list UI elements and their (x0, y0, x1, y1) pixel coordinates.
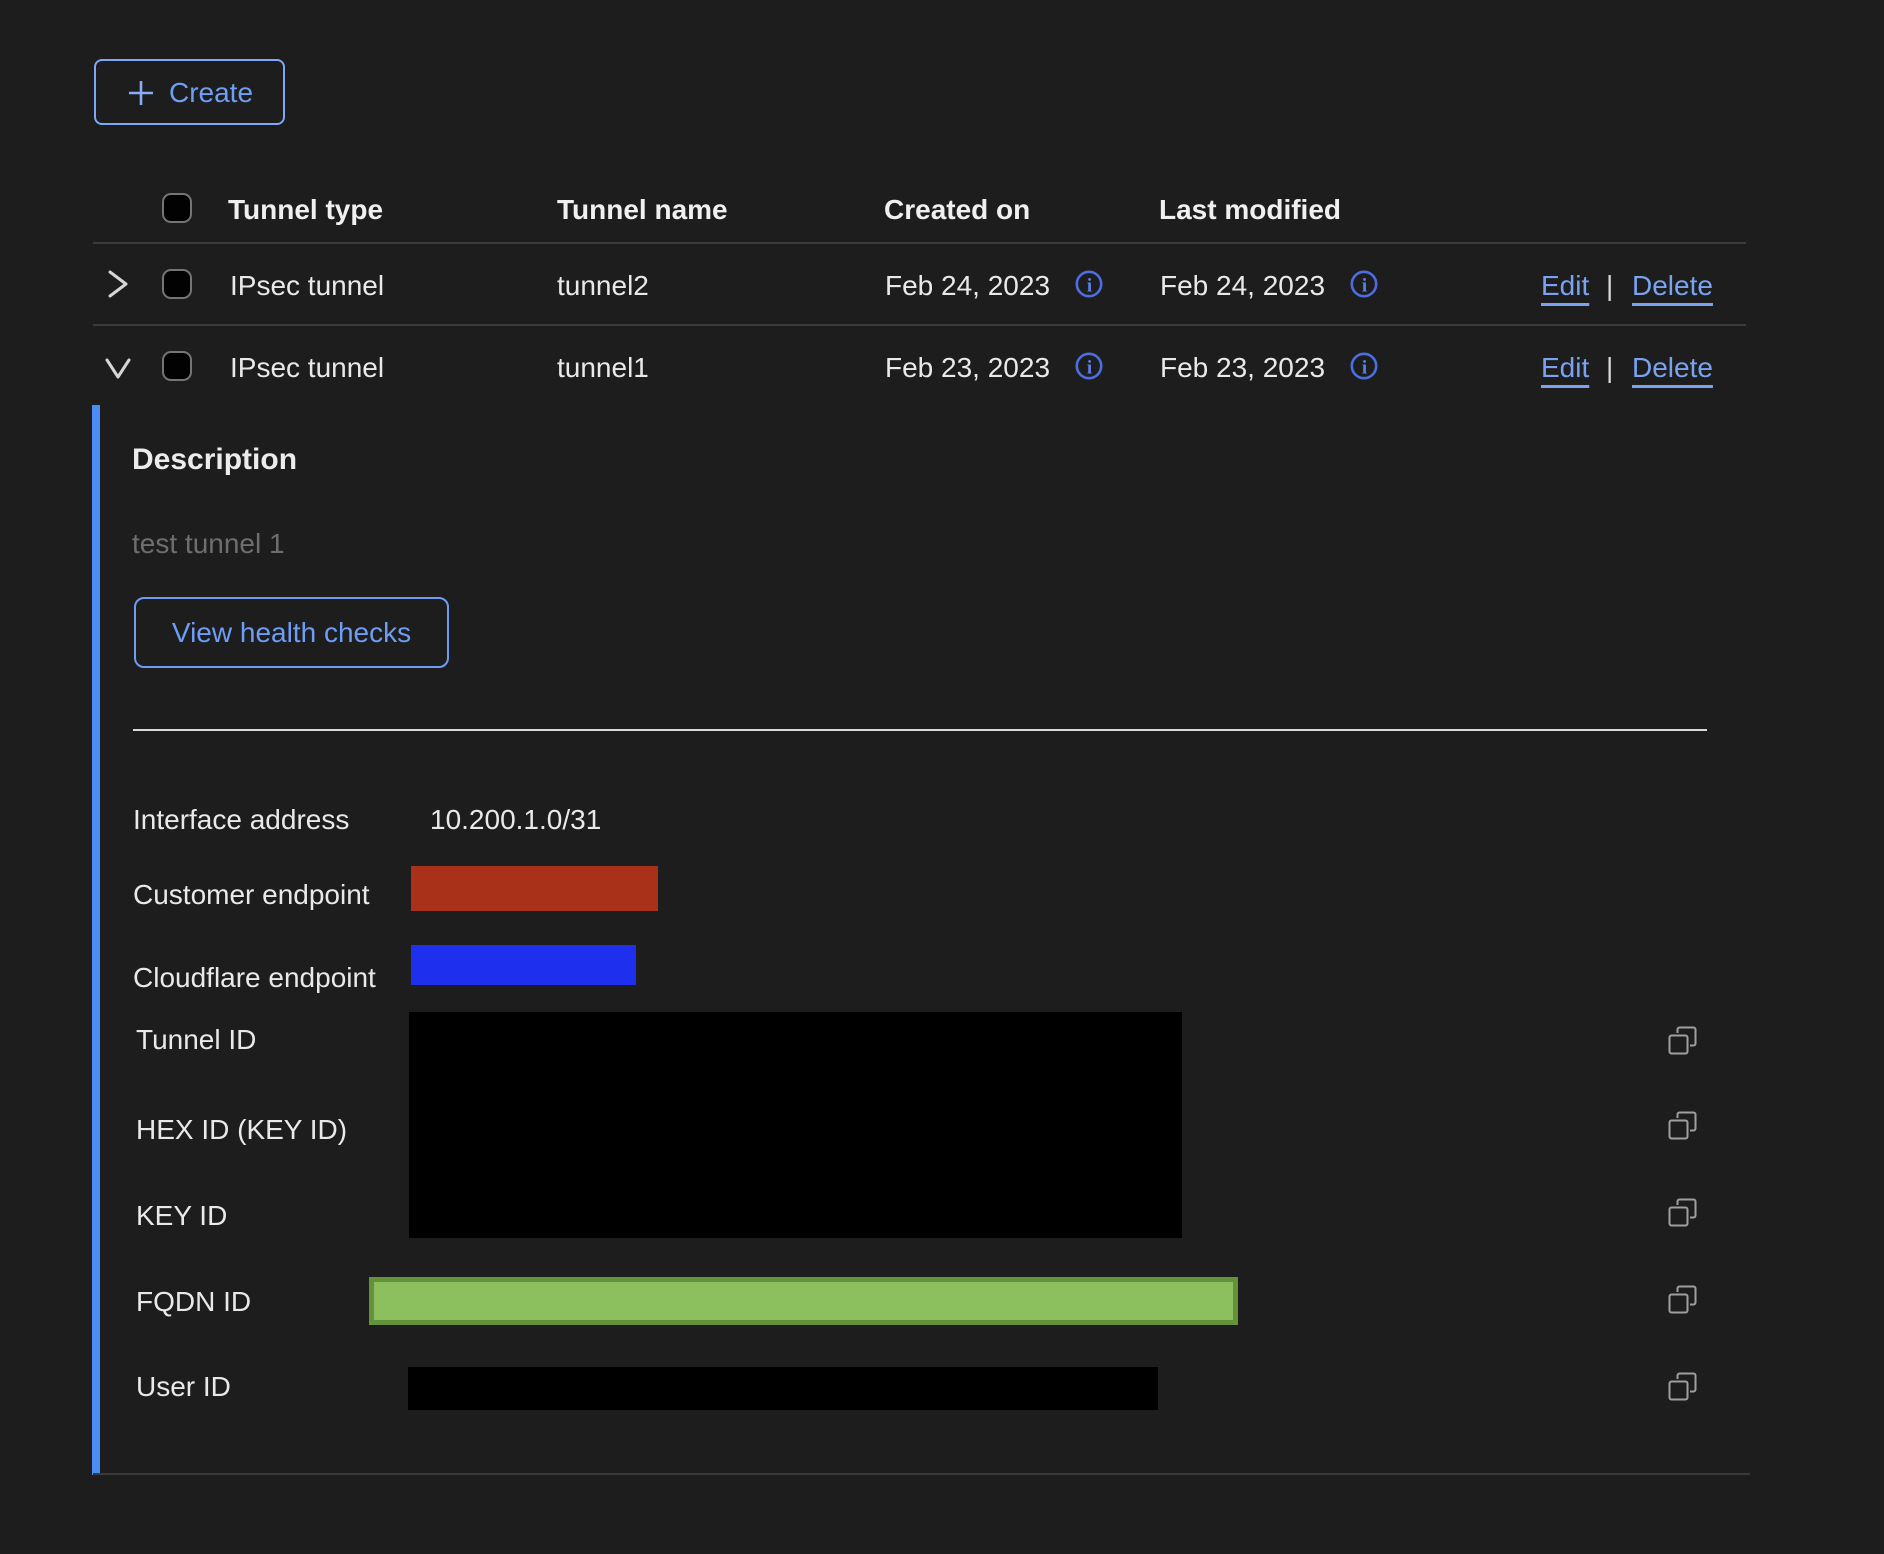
svg-text:i: i (1362, 358, 1367, 379)
svg-text:i: i (1362, 276, 1367, 297)
svg-text:i: i (1087, 358, 1092, 379)
svg-text:i: i (1087, 276, 1092, 297)
